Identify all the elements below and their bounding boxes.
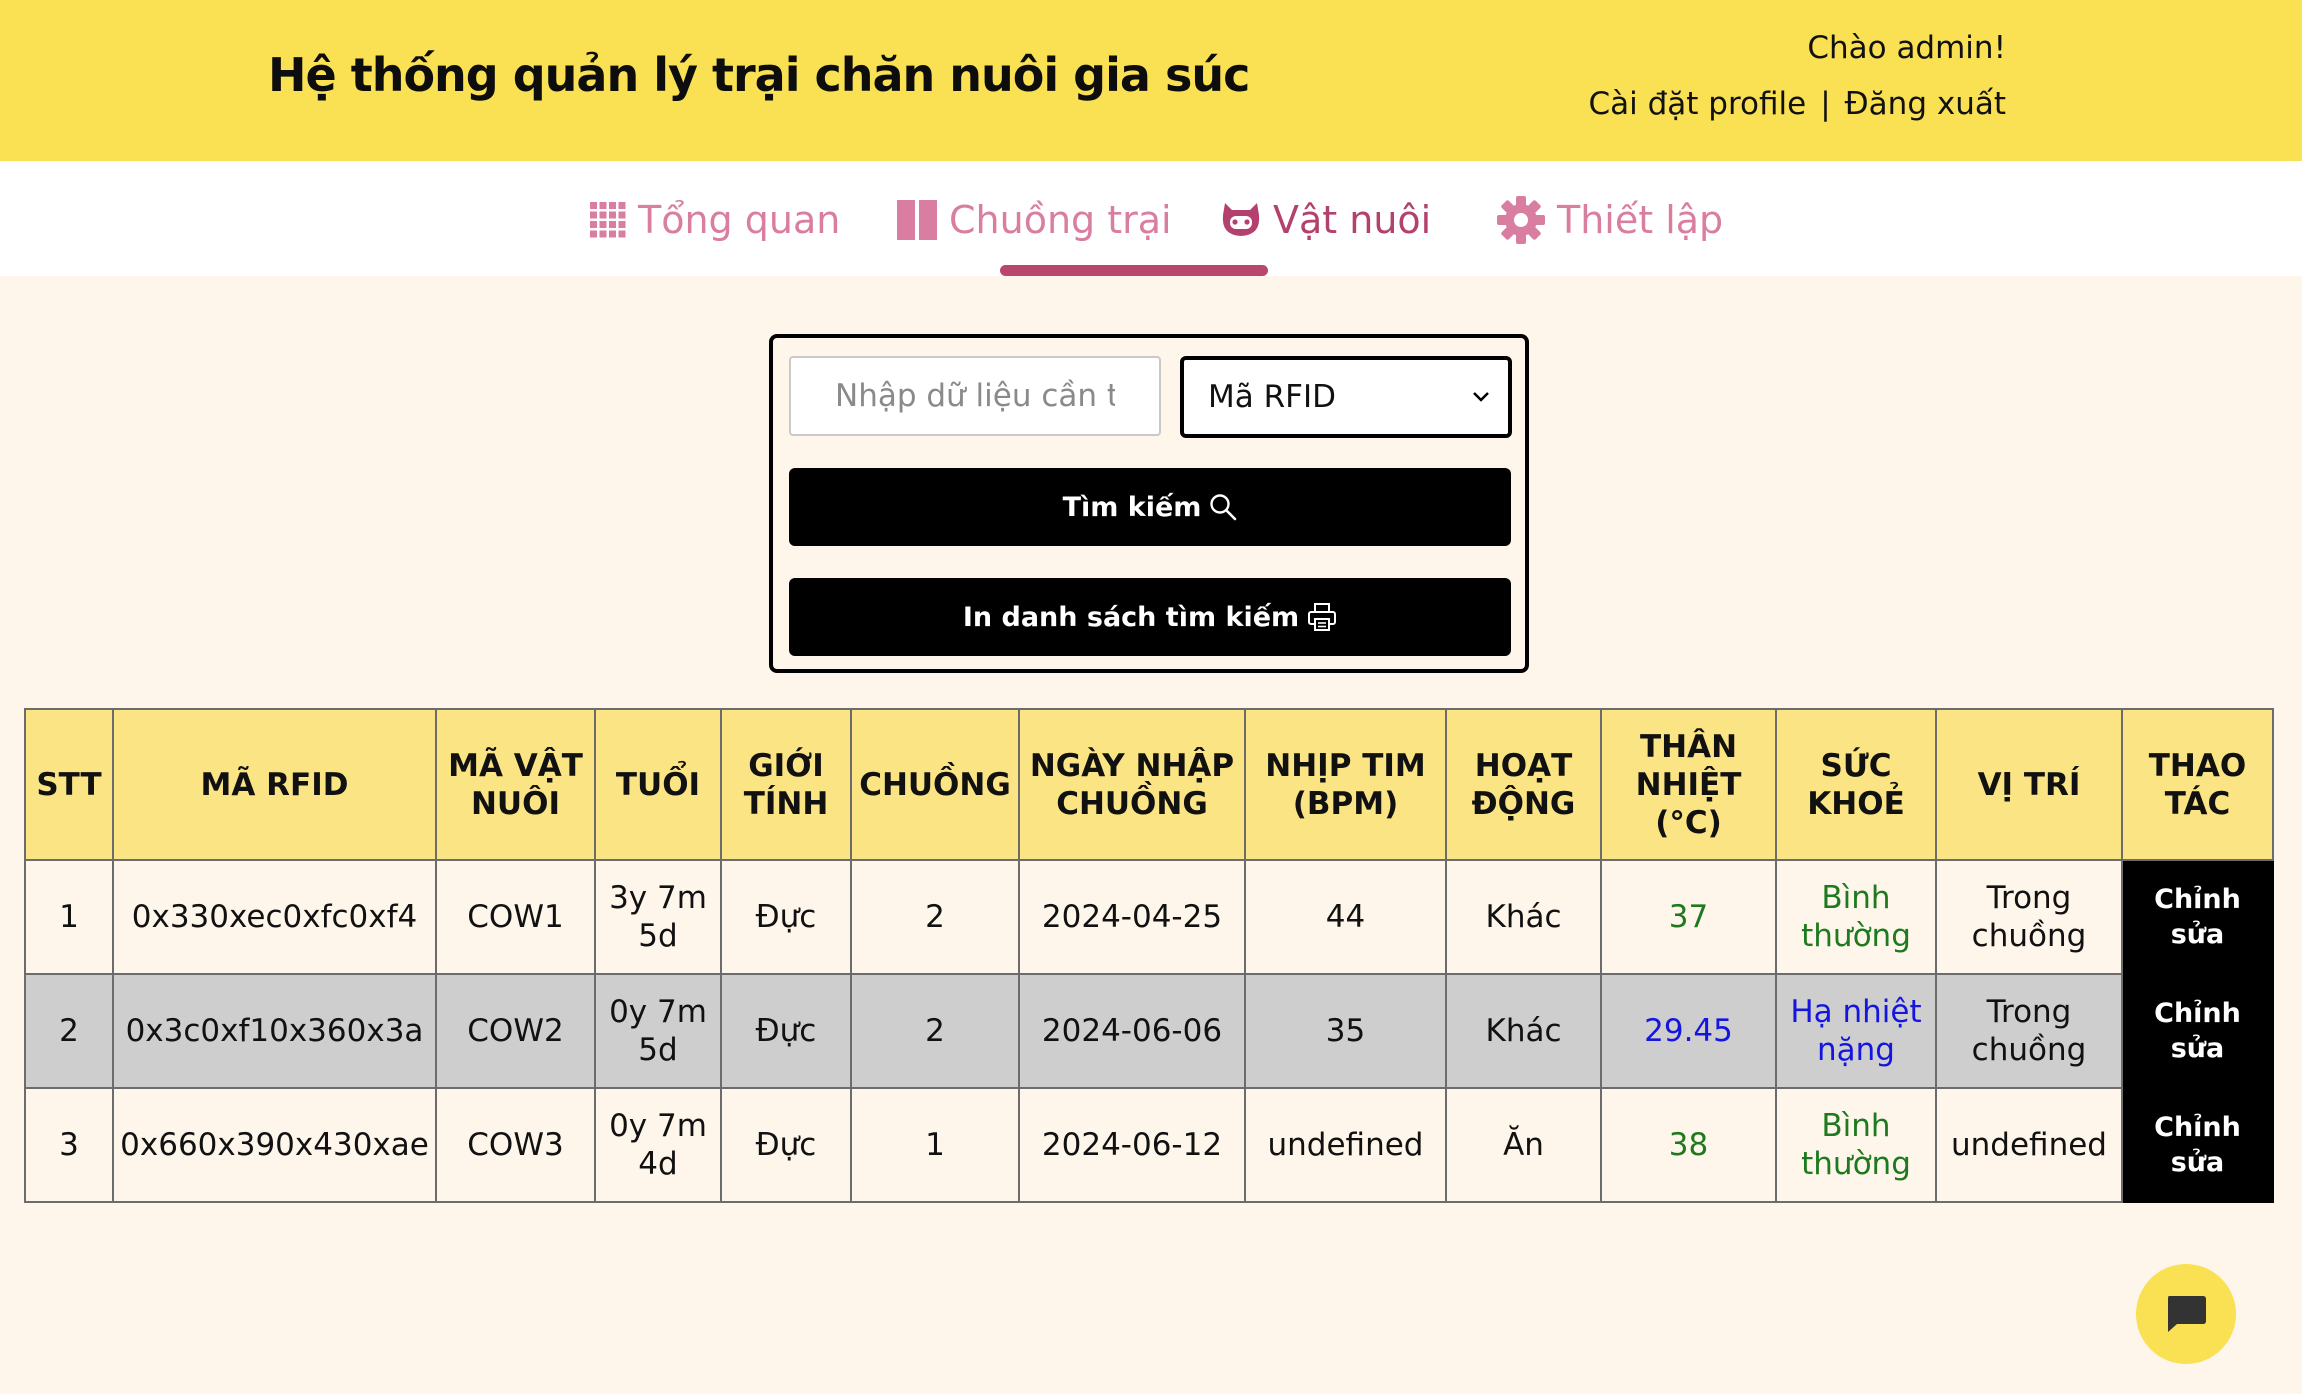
app-title: Hệ thống quản lý trại chăn nuôi gia súc <box>268 48 1250 102</box>
chat-button[interactable] <box>2136 1264 2236 1364</box>
livestock-table: STT MÃ RFID MÃ VẬT NUÔI TUỔI GIỚI TÍNH C… <box>24 708 2274 1203</box>
edit-button[interactable]: Chỉnh sửa <box>2121 1087 2274 1203</box>
tab-settings-label: Thiết lập <box>1557 198 1724 242</box>
cell-location: Trong chuồng <box>1935 973 2123 1089</box>
cell-temperature: 38 <box>1600 1087 1777 1203</box>
cell-health: Bình thường <box>1775 1087 1937 1203</box>
tab-barns[interactable]: Chuồng trại <box>897 195 1172 245</box>
cell-age: 0y 7m 4d <box>594 1087 722 1203</box>
cell-age: 3y 7m 5d <box>594 859 722 975</box>
cell-entry-date: 2024-06-12 <box>1018 1087 1246 1203</box>
search-button[interactable]: Tìm kiếm <box>789 468 1511 546</box>
cell-stt: 1 <box>24 859 114 975</box>
col-header-health: SỨC KHOẺ <box>1775 708 1937 861</box>
cell-animal-code: COW2 <box>435 973 596 1089</box>
col-header-stt: STT <box>24 708 114 861</box>
col-header-location: VỊ TRÍ <box>1935 708 2123 861</box>
tab-overview-label: Tổng quan <box>638 198 841 242</box>
cell-age: 0y 7m 5d <box>594 973 722 1089</box>
profile-settings-link[interactable]: Cài đặt profile <box>1588 86 1806 122</box>
chevron-down-icon <box>1473 392 1489 402</box>
cell-entry-date: 2024-06-06 <box>1018 973 1246 1089</box>
cell-stt: 3 <box>24 1087 114 1203</box>
main-nav: Tổng quan Chuồng trại Vật nuôi Thiết lập <box>0 161 2302 276</box>
active-tab-indicator <box>1000 265 1268 276</box>
cell-rfid: 0x660x390x430xae <box>112 1087 437 1203</box>
cell-barn: 2 <box>850 859 1020 975</box>
search-field-select[interactable]: Mã RFID <box>1180 356 1512 438</box>
cell-barn: 1 <box>850 1087 1020 1203</box>
cell-gender: Đực <box>720 973 852 1089</box>
printer-icon <box>1308 603 1337 631</box>
table-row: 1 0x330xec0xfc0xf4 COW1 3y 7m 5d Đực 2 2… <box>24 859 2274 975</box>
animal-icon <box>1222 203 1260 236</box>
cell-animal-code: COW1 <box>435 859 596 975</box>
print-button-label: In danh sách tìm kiếm <box>962 601 1300 633</box>
col-header-barn: CHUỒNG <box>850 708 1020 861</box>
cell-heart-rate: 44 <box>1244 859 1447 975</box>
col-header-rfid: MÃ RFID <box>112 708 437 861</box>
tab-livestock[interactable]: Vật nuôi <box>1221 195 1431 245</box>
chat-icon <box>2168 1296 2206 1332</box>
search-icon <box>1210 494 1237 521</box>
cell-temperature: 37 <box>1600 859 1777 975</box>
edit-button[interactable]: Chỉnh sửa <box>2121 859 2274 975</box>
search-field-selected: Mã RFID <box>1208 379 1336 415</box>
grid-icon <box>590 202 626 238</box>
print-search-button[interactable]: In danh sách tìm kiếm <box>789 578 1511 656</box>
col-header-temperature: THÂN NHIỆT (°C) <box>1600 708 1777 861</box>
col-header-animal-code: MÃ VẬT NUÔI <box>435 708 596 861</box>
table-row: 3 0x660x390x430xae COW3 0y 7m 4d Đực 1 2… <box>24 1087 2274 1203</box>
cell-gender: Đực <box>720 1087 852 1203</box>
cell-stt: 2 <box>24 973 114 1089</box>
table-row: 2 0x3c0xf10x360x3a COW2 0y 7m 5d Đực 2 2… <box>24 973 2274 1089</box>
col-header-age: TUỔI <box>594 708 722 861</box>
cell-heart-rate: 35 <box>1244 973 1447 1089</box>
cell-health: Hạ nhiệt nặng <box>1775 973 1937 1089</box>
cell-health: Bình thường <box>1775 859 1937 975</box>
cell-animal-code: COW3 <box>435 1087 596 1203</box>
greeting-text: Chào admin! <box>1807 30 2006 66</box>
cell-barn: 2 <box>850 973 1020 1089</box>
cell-heart-rate: undefined <box>1244 1087 1447 1203</box>
search-panel: Mã RFID Tìm kiếm In danh sách tìm kiếm <box>769 334 1529 673</box>
col-header-heart-rate: NHỊP TIM (BPM) <box>1244 708 1447 861</box>
logout-link[interactable]: Đăng xuất <box>1845 86 2006 122</box>
cell-location: undefined <box>1935 1087 2123 1203</box>
cell-location: Trong chuồng <box>1935 859 2123 975</box>
tab-barns-label: Chuồng trại <box>949 198 1172 242</box>
top-header: Hệ thống quản lý trại chăn nuôi gia súc … <box>0 0 2302 161</box>
cell-activity: Khác <box>1445 859 1602 975</box>
tab-overview[interactable]: Tổng quan <box>590 195 840 245</box>
cell-rfid: 0x3c0xf10x360x3a <box>112 973 437 1089</box>
cell-activity: Ăn <box>1445 1087 1602 1203</box>
link-separator: | <box>1820 86 1831 122</box>
col-header-gender: GIỚI TÍNH <box>720 708 852 861</box>
gear-icon <box>1497 196 1545 244</box>
cell-activity: Khác <box>1445 973 1602 1089</box>
cell-rfid: 0x330xec0xfc0xf4 <box>112 859 437 975</box>
col-header-activity: HOẠT ĐỘNG <box>1445 708 1602 861</box>
col-header-actions: THAO TÁC <box>2121 708 2274 861</box>
tab-settings[interactable]: Thiết lập <box>1497 195 1723 245</box>
cell-temperature: 29.45 <box>1600 973 1777 1089</box>
col-header-entry-date: NGÀY NHẬP CHUỒNG <box>1018 708 1246 861</box>
search-button-label: Tìm kiếm <box>1062 491 1202 523</box>
table-header-row: STT MÃ RFID MÃ VẬT NUÔI TUỔI GIỚI TÍNH C… <box>24 708 2274 861</box>
edit-button[interactable]: Chỉnh sửa <box>2121 973 2274 1089</box>
cell-gender: Đực <box>720 859 852 975</box>
search-input[interactable] <box>789 356 1161 436</box>
columns-icon <box>897 200 937 240</box>
user-links: Cài đặt profile | Đăng xuất <box>1588 86 2006 122</box>
cell-entry-date: 2024-04-25 <box>1018 859 1246 975</box>
tab-livestock-label: Vật nuôi <box>1273 198 1432 242</box>
